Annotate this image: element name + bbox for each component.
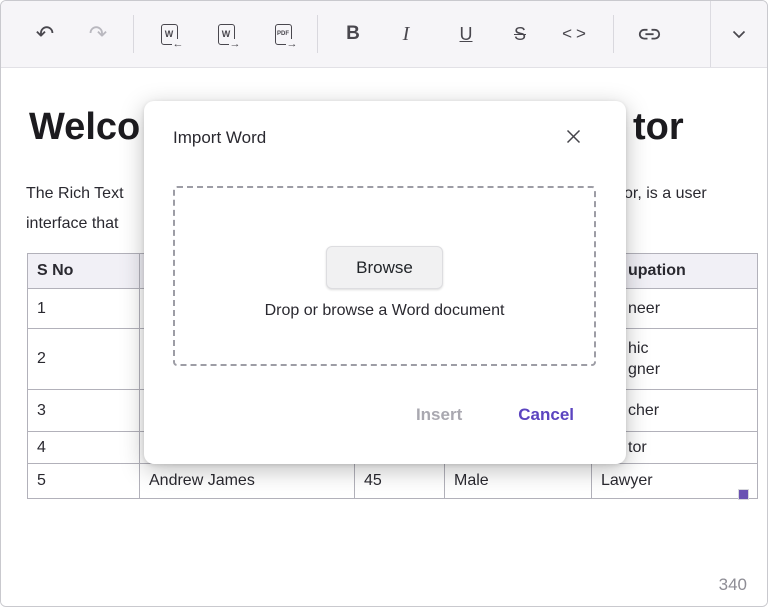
- dialog-title: Import Word: [173, 128, 266, 148]
- table-cell[interactable]: 45: [355, 464, 445, 499]
- chevron-down-icon: [732, 30, 746, 39]
- undo-icon: ↶: [36, 23, 54, 45]
- paragraph-fragment-left[interactable]: The Rich Text interface that: [26, 179, 124, 239]
- import-word-button[interactable]: W ←: [149, 14, 189, 54]
- toolbar-separator: [613, 15, 614, 53]
- close-icon: [566, 129, 581, 144]
- italic-button[interactable]: I: [386, 14, 426, 54]
- paragraph-fragment-right[interactable]: or, is a user: [624, 179, 707, 209]
- expand-toolbar-button[interactable]: [710, 1, 767, 67]
- table-header-cell-sno[interactable]: S No: [28, 254, 140, 289]
- strikethrough-icon: S: [514, 24, 526, 45]
- table-cell[interactable]: Male: [445, 464, 592, 499]
- underline-icon: U: [460, 24, 473, 45]
- export-pdf-icon: PDF →: [275, 24, 292, 45]
- redo-button[interactable]: ↷: [78, 14, 118, 54]
- export-arrow-icon: →: [229, 39, 241, 50]
- insert-link-button[interactable]: [629, 14, 669, 54]
- dialog-close-button[interactable]: [556, 119, 590, 153]
- drop-zone-hint: Drop or browse a Word document: [265, 302, 505, 320]
- code-view-icon: <>: [562, 24, 590, 44]
- character-count: 340: [719, 575, 747, 595]
- rich-text-editor: ↶ ↷ W ← W → PDF → B: [0, 0, 768, 607]
- export-word-button[interactable]: W →: [206, 14, 246, 54]
- browse-button[interactable]: Browse: [326, 246, 443, 289]
- toolbar-separator: [317, 15, 318, 53]
- table-cell[interactable]: 2: [28, 329, 140, 390]
- export-arrow-icon: →: [286, 39, 298, 50]
- italic-icon: I: [403, 23, 410, 46]
- table-cell[interactable]: 1: [28, 289, 140, 329]
- insert-button[interactable]: Insert: [416, 405, 462, 425]
- document-heading-fragment-left[interactable]: Welco: [29, 105, 140, 149]
- export-word-icon: W →: [218, 24, 235, 45]
- toolbar-separator: [133, 15, 134, 53]
- toolbar: ↶ ↷ W ← W → PDF → B: [1, 1, 767, 68]
- link-icon: [638, 28, 661, 41]
- table-cell[interactable]: 5: [28, 464, 140, 499]
- table-cell[interactable]: 4: [28, 432, 140, 464]
- source-code-button[interactable]: <>: [556, 14, 596, 54]
- import-word-dialog: Import Word Browse Drop or browse a Word…: [144, 101, 626, 464]
- bold-button[interactable]: B: [333, 14, 373, 54]
- export-pdf-button[interactable]: PDF →: [263, 14, 303, 54]
- table-cell[interactable]: Lawyer: [592, 464, 758, 499]
- word-drop-zone[interactable]: Browse Drop or browse a Word document: [173, 186, 596, 366]
- import-word-icon: W ←: [161, 24, 178, 45]
- document-heading-fragment-right[interactable]: tor: [633, 105, 684, 149]
- bold-icon: B: [346, 23, 360, 45]
- strikethrough-button[interactable]: S: [500, 14, 540, 54]
- dialog-footer: Insert Cancel: [416, 405, 574, 425]
- table-cell[interactable]: Andrew James: [140, 464, 355, 499]
- table-row: 5 Andrew James 45 Male Lawyer: [28, 464, 758, 499]
- table-resize-handle[interactable]: [738, 489, 749, 500]
- undo-button[interactable]: ↶: [25, 14, 65, 54]
- underline-button[interactable]: U: [446, 14, 486, 54]
- cancel-button[interactable]: Cancel: [518, 405, 574, 425]
- table-cell[interactable]: 3: [28, 390, 140, 432]
- redo-icon: ↷: [89, 23, 107, 45]
- import-arrow-icon: ←: [172, 39, 184, 50]
